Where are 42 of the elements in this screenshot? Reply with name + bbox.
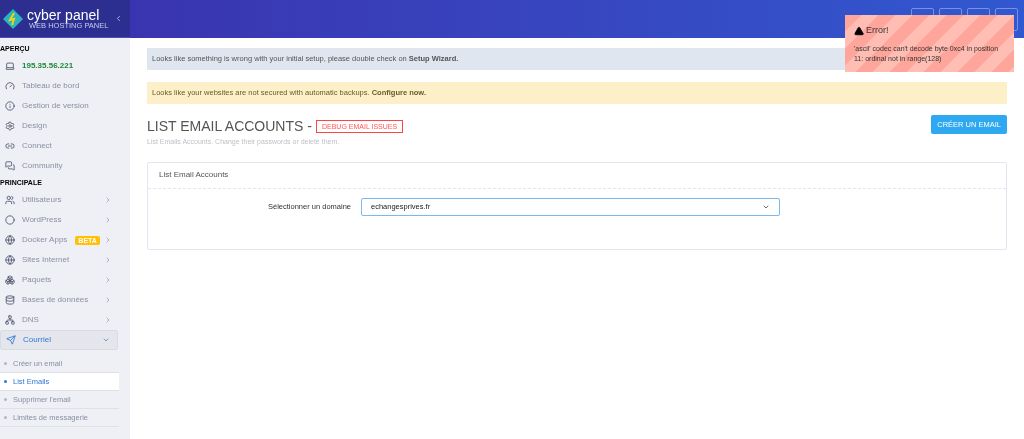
globe-icon xyxy=(5,235,15,245)
sidebar-item[interactable]: 195.35.56.221 xyxy=(0,56,119,76)
collapse-icon[interactable] xyxy=(114,14,123,23)
sidebar-item[interactable]: Bases de données xyxy=(0,290,119,310)
logo-icon xyxy=(2,7,24,30)
chevron-right-icon xyxy=(104,256,112,264)
chevron-right-icon xyxy=(104,216,112,224)
sidebar-item[interactable]: Courriel xyxy=(0,330,118,350)
sidebar-item[interactable]: DNS xyxy=(0,310,119,330)
globe-icon xyxy=(5,255,15,265)
boxes-icon xyxy=(5,275,15,285)
chevron-down-icon xyxy=(102,336,110,344)
warning-icon xyxy=(854,25,864,36)
network-icon xyxy=(5,315,15,325)
send-icon xyxy=(6,335,16,345)
chevron-right-icon xyxy=(104,276,112,284)
sidebar-item[interactable]: Design xyxy=(0,116,119,136)
sidebar-item[interactable]: WordPress xyxy=(0,210,119,230)
database-icon xyxy=(5,295,15,305)
chevron-right-icon xyxy=(104,316,112,324)
sidebar-item[interactable]: Gestion de version xyxy=(0,96,119,116)
settings-icon xyxy=(5,121,15,131)
sidebar-item[interactable]: Community xyxy=(0,156,119,176)
users-icon xyxy=(5,195,15,205)
circle-icon xyxy=(5,215,15,225)
sidebar-item[interactable]: Tableau de bord xyxy=(0,76,119,96)
sidebar-item[interactable]: Paquets xyxy=(0,270,119,290)
page-title: LIST EMAIL ACCOUNTS - xyxy=(147,117,312,136)
toast-title: Error! xyxy=(866,24,889,37)
info-icon xyxy=(5,101,15,111)
chevron-right-icon xyxy=(104,236,112,244)
brand-name: cyber panel xyxy=(27,7,101,22)
sidebar-item[interactable]: Utilisateurs xyxy=(0,190,119,210)
sidebar-item[interactable]: Connect xyxy=(0,136,119,156)
link-icon xyxy=(5,141,15,151)
gauge-icon xyxy=(5,81,15,91)
chevron-right-icon xyxy=(104,196,112,204)
chevron-right-icon xyxy=(104,296,112,304)
laptop-icon xyxy=(5,61,15,71)
chat-icon xyxy=(5,161,15,171)
card-title: List Email Accounts xyxy=(148,162,1006,189)
sidebar-item[interactable]: Sites Internet xyxy=(0,250,119,270)
